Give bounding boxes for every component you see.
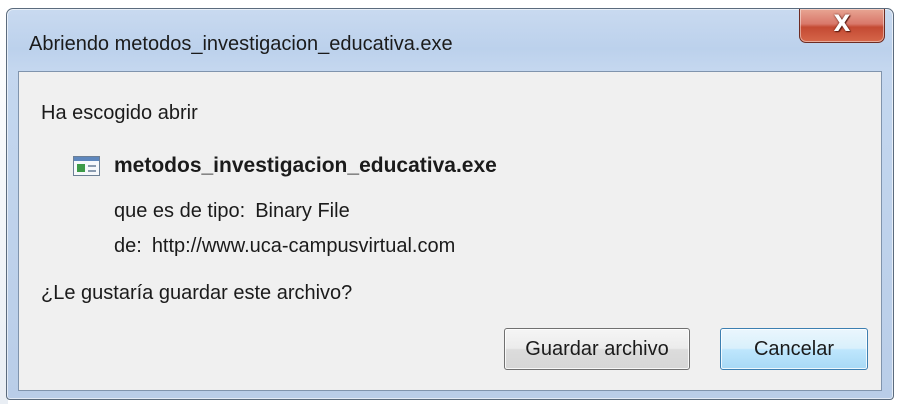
title-bar[interactable]: Abriendo metodos_investigacion_educativa… — [7, 9, 893, 71]
intro-text: Ha escogido abrir — [41, 102, 198, 124]
file-type-label: que es de tipo: — [114, 200, 246, 222]
file-row: metodos_investigacion_educativa.exe — [73, 154, 497, 178]
file-source-value: http://www.uca-campusvirtual.com — [151, 235, 456, 257]
close-button[interactable]: X — [799, 9, 885, 43]
executable-file-icon — [73, 156, 100, 176]
cancel-button[interactable]: Cancelar — [720, 328, 868, 370]
save-question: ¿Le gustaría guardar este archivo? — [41, 282, 353, 304]
file-source-label: de: — [114, 235, 142, 257]
dialog-title: Abriendo metodos_investigacion_educativa… — [29, 33, 453, 55]
file-type-value: Binary File — [255, 200, 350, 222]
file-name: metodos_investigacion_educativa.exe — [114, 154, 497, 177]
download-dialog: Abriendo metodos_investigacion_educativa… — [6, 8, 894, 400]
save-file-button[interactable]: Guardar archivo — [504, 328, 690, 370]
close-icon: X — [833, 12, 851, 37]
dialog-content: Ha escogido abrir metodos_investigacion_… — [18, 71, 882, 391]
file-source-row: de: http://www.uca-campusvirtual.com — [114, 235, 455, 258]
file-type-row: que es de tipo: Binary File — [114, 200, 350, 223]
